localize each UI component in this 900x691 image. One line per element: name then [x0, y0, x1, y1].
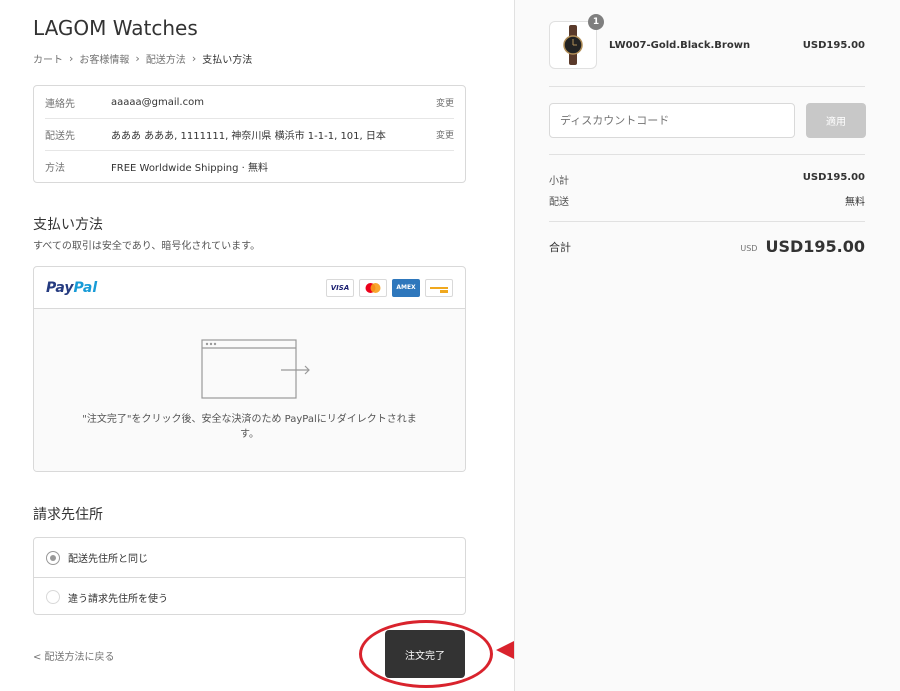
breadcrumb-payment: 支払い方法 [202, 55, 253, 66]
billing-option-label: 配送先住所と同じ [68, 554, 148, 565]
review-value: あああ あああ, 1111111, 神奈川県 横浜市 1-1-1, 101, 日… [111, 131, 386, 142]
breadcrumb-information[interactable]: お客様情報 [79, 51, 129, 66]
review-block: 連絡先 aaaaa@gmail.com 変更 配送先 あああ あああ, 1111… [33, 85, 466, 183]
change-address-link[interactable]: 変更 [436, 128, 454, 141]
billing-option-same[interactable]: 配送先住所と同じ [34, 538, 465, 577]
payment-section-subtitle: すべての取引は安全であり、暗号化されています。 [33, 241, 261, 252]
discount-code-input[interactable] [549, 103, 795, 138]
total-currency: USD [740, 243, 758, 253]
divider [549, 86, 865, 87]
product-price: USD195.00 [802, 40, 865, 51]
payment-section-title: 支払い方法 [33, 217, 103, 233]
paypal-redirect-panel: "注文完了"をクリック後、安全な決済のため PayPalにリダイレクトされます。 [34, 309, 465, 471]
back-to-shipping-link[interactable]: < 配送方法に戻る [33, 648, 115, 663]
divider [549, 154, 865, 155]
mastercard-icon [359, 278, 387, 297]
visa-icon: VISA [326, 278, 354, 297]
total-value: USD195.00 [765, 237, 865, 256]
review-label: 配送先 [45, 131, 75, 142]
quantity-badge: 1 [588, 14, 604, 30]
annotation-circle [359, 620, 493, 688]
other-card-icon [425, 278, 453, 297]
card-icons: VISA AMEX [326, 278, 453, 297]
radio-unselected-icon[interactable] [46, 590, 60, 604]
radio-selected-icon[interactable] [46, 550, 60, 565]
shipping-row: 配送 無料 [549, 193, 865, 208]
review-label: 連絡先 [45, 98, 75, 110]
breadcrumb: カート › お客様情報 › 配送方法 › 支払い方法 [33, 51, 252, 66]
subtotal-value: USD195.00 [802, 172, 865, 183]
chevron-right-icon: › [135, 52, 140, 65]
payment-method-box: PayPal VISA AMEX "注文完了"をクリック後、安全な決済のため P… [33, 266, 466, 472]
total-label: 合計 [549, 240, 571, 254]
redirect-notice: "注文完了"をクリック後、安全な決済のため PayPalにリダイレクトされます。 [82, 414, 417, 440]
review-row-ship-to: 配送先 あああ あああ, 1111111, 神奈川県 横浜市 1-1-1, 10… [45, 118, 454, 150]
apply-discount-button[interactable]: 適用 [806, 103, 866, 138]
review-row-contact: 連絡先 aaaaa@gmail.com 変更 [45, 86, 454, 118]
subtotal-label: 小計 [549, 176, 569, 187]
shipping-value: 無料 [845, 197, 865, 208]
paypal-option-header[interactable]: PayPal VISA AMEX [34, 267, 465, 309]
breadcrumb-shipping[interactable]: 配送方法 [146, 51, 186, 66]
review-value: FREE Worldwide Shipping · 無料 [111, 163, 268, 174]
browser-redirect-icon [201, 339, 310, 399]
change-contact-link[interactable]: 変更 [436, 96, 454, 109]
watch-icon [563, 25, 583, 65]
store-title[interactable]: LAGOM Watches [33, 16, 198, 40]
review-label: 方法 [45, 163, 65, 174]
order-summary-sidebar: 1 LW007-Gold.Black.Brown USD195.00 適用 小計… [514, 0, 900, 691]
checkout-main: LAGOM Watches カート › お客様情報 › 配送方法 › 支払い方法… [0, 0, 580, 691]
review-value: aaaaa@gmail.com [111, 96, 204, 108]
paypal-logo: PayPal [46, 279, 98, 296]
chevron-right-icon: › [191, 52, 197, 65]
billing-option-label: 違う請求先住所を使う [68, 593, 168, 605]
shipping-label: 配送 [549, 197, 569, 208]
billing-section-title: 請求先住所 [33, 507, 103, 523]
breadcrumb-cart[interactable]: カート [33, 51, 63, 66]
amex-icon: AMEX [392, 278, 420, 297]
total-row: 合計 USD USD195.00 [549, 237, 865, 256]
divider [549, 221, 865, 222]
billing-option-different[interactable]: 違う請求先住所を使う [34, 577, 465, 616]
review-row-method: 方法 FREE Worldwide Shipping · 無料 [45, 150, 454, 182]
billing-address-options: 配送先住所と同じ 違う請求先住所を使う [33, 537, 466, 615]
subtotal-row: 小計 USD195.00 [549, 172, 865, 187]
product-thumbnail [549, 21, 597, 69]
chevron-right-icon: › [69, 52, 74, 65]
product-name: LW007-Gold.Black.Brown [609, 40, 751, 51]
